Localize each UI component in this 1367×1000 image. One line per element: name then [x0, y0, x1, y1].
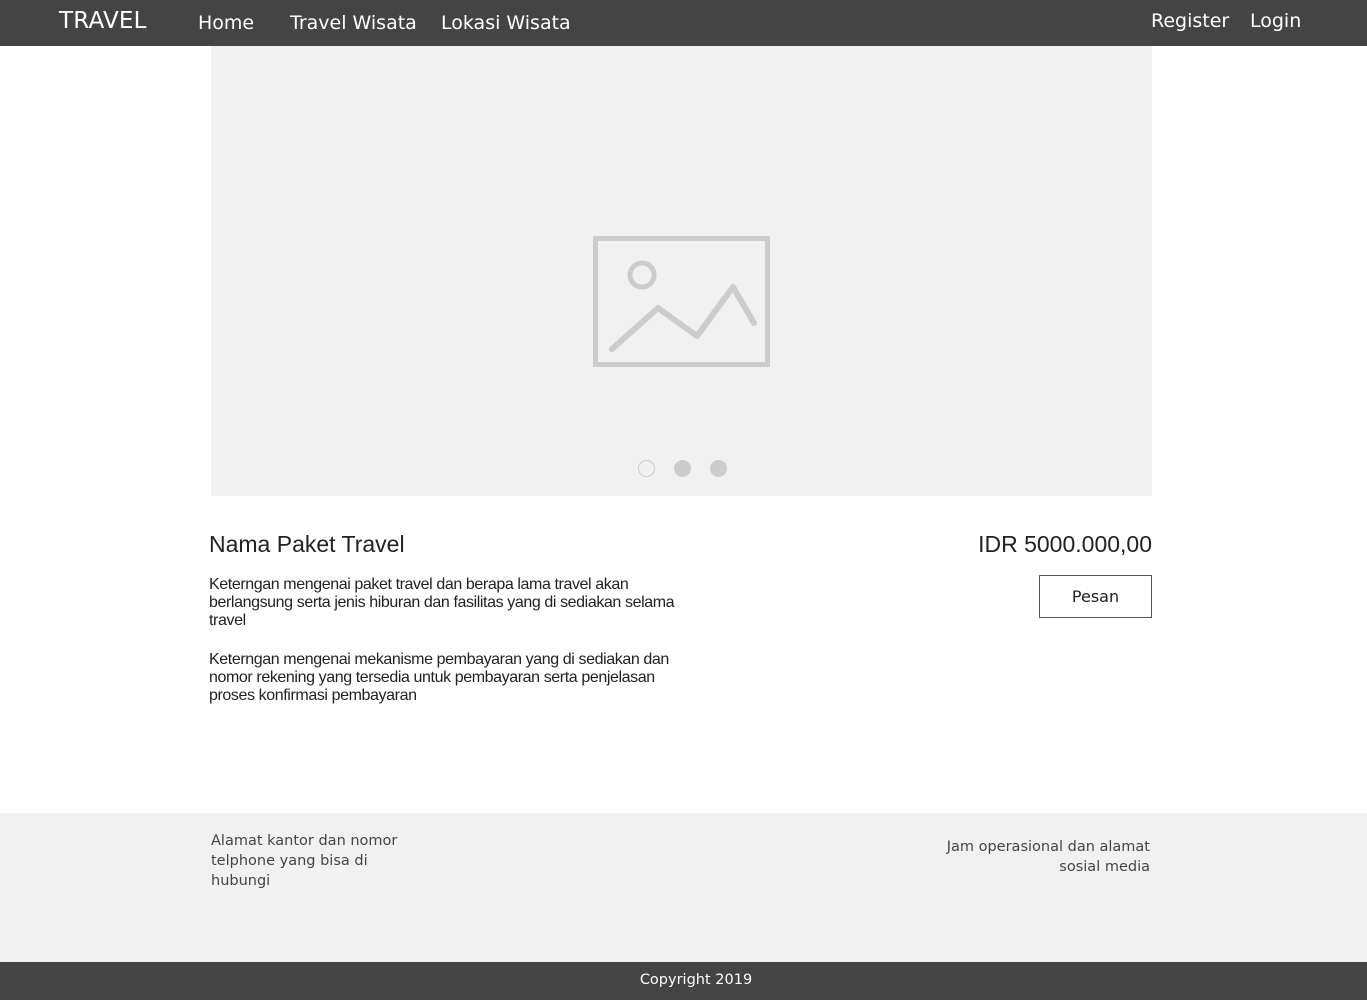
copyright-text: Copyright 2019: [639, 972, 753, 988]
package-description: Keterngan mengenai paket travel dan bera…: [209, 576, 675, 629]
order-button[interactable]: Pesan: [1039, 575, 1152, 618]
footer: Alamat kantor dan nomor telphone yang bi…: [0, 813, 1367, 962]
image-placeholder-icon: [593, 236, 770, 371]
package-price: IDR 5000.000,00: [978, 531, 1152, 557]
carousel-dot-1[interactable]: [638, 460, 655, 477]
footer-hours-text: Jam operasional dan alamat sosial media: [946, 839, 1150, 875]
payment-description: Keterngan mengenai mekanisme pembayaran …: [209, 651, 669, 704]
package-title: Nama Paket Travel: [209, 531, 405, 557]
nav-link-travel-wisata[interactable]: Travel Wisata: [290, 12, 417, 34]
nav-link-lokasi-wisata[interactable]: Lokasi Wisata: [441, 12, 571, 34]
carousel-dot-2[interactable]: [674, 460, 691, 477]
login-link[interactable]: Login: [1250, 10, 1301, 32]
nav-link-home[interactable]: Home: [198, 12, 254, 34]
image-carousel[interactable]: [211, 46, 1152, 496]
footer-contact-text: Alamat kantor dan nomor telphone yang bi…: [211, 833, 398, 889]
brand-logo[interactable]: TRAVEL: [59, 8, 147, 34]
top-navbar: TRAVEL Home Travel Wisata Lokasi Wisata …: [0, 0, 1367, 46]
carousel-dot-3[interactable]: [710, 460, 727, 477]
register-link[interactable]: Register: [1151, 10, 1229, 32]
copyright-bar: Copyright 2019: [0, 962, 1367, 1000]
